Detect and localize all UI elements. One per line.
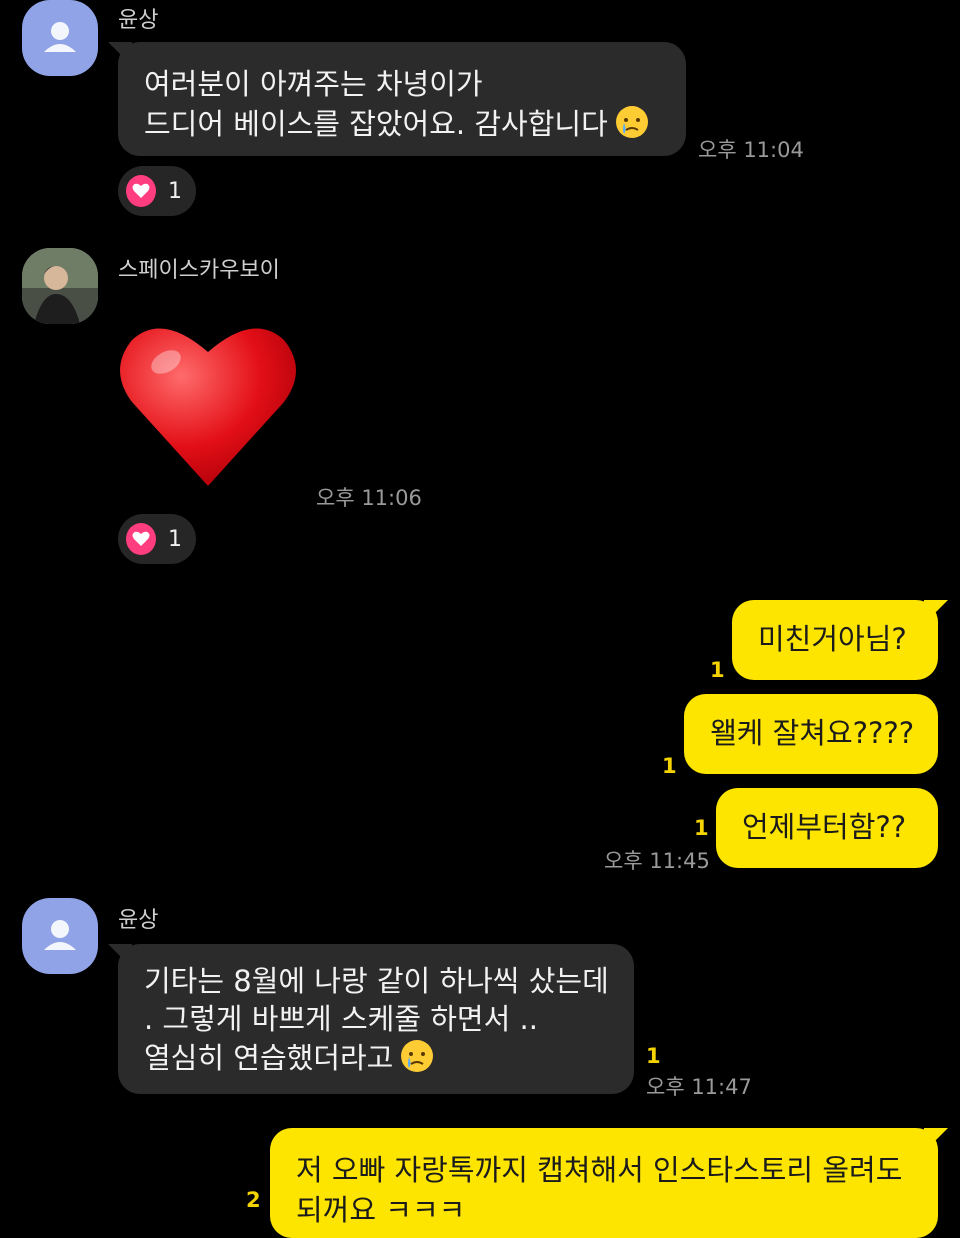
heart-icon: [126, 523, 156, 555]
message-line: 여러분이 아껴주는 차녕이가: [144, 67, 483, 101]
reaction-count: 1: [168, 178, 182, 204]
sender-name: 윤상: [118, 8, 159, 33]
red-heart-emoji[interactable]: [118, 318, 298, 492]
timestamp: 오후 11:47: [646, 1075, 752, 1099]
sender-name: 윤상: [118, 908, 159, 933]
unread-count: 1: [694, 816, 709, 840]
timestamp: 오후 11:45: [604, 849, 710, 873]
unread-count: 1: [646, 1044, 661, 1068]
message-line: 저 오빠 자랑톡까지 캡쳐해서 인스타스토리 올려도: [296, 1153, 903, 1187]
message-line: 열심히 연습했더라고: [144, 1041, 394, 1075]
message-line: 기타는 8월에 나랑 같이 하나씩 샀는데: [144, 964, 609, 998]
outgoing-message-bubble[interactable]: 언제부터함??: [716, 788, 938, 868]
outgoing-message-bubble[interactable]: 미친거아님?: [732, 600, 938, 680]
reaction-badge[interactable]: 1: [118, 514, 196, 564]
message-bubble[interactable]: 기타는 8월에 나랑 같이 하나씩 샀는데 . 그렇게 바쁘게 스케줄 하면서 …: [118, 944, 634, 1094]
timestamp: 오후 11:06: [316, 486, 422, 510]
avatar-photo[interactable]: [22, 248, 98, 324]
crying-face-emoji: [399, 1038, 435, 1083]
unread-count: 1: [662, 754, 677, 778]
heart-icon: [126, 175, 156, 207]
profile-photo-icon: [22, 248, 98, 324]
timestamp: 오후 11:04: [698, 138, 804, 162]
unread-count: 1: [710, 658, 725, 682]
person-icon: [44, 22, 76, 52]
message-text: 미친거아님?: [758, 622, 907, 656]
message-text: 왤케 잘쳐요????: [710, 716, 915, 750]
unread-count: 2: [246, 1188, 261, 1212]
reaction-badge[interactable]: 1: [118, 166, 196, 216]
message-text: 언제부터함??: [742, 810, 907, 844]
outgoing-message-bubble[interactable]: 저 오빠 자랑톡까지 캡쳐해서 인스타스토리 올려도 되꺼요 ㅋㅋㅋ: [270, 1128, 938, 1238]
reaction-count: 1: [168, 526, 182, 552]
avatar-default[interactable]: [22, 0, 98, 76]
person-icon: [44, 920, 76, 950]
message-line: 드디어 베이스를 잡았어요. 감사합니다: [144, 107, 608, 141]
crying-face-emoji: [614, 104, 650, 150]
sender-name: 스페이스카우보이: [118, 258, 280, 283]
outgoing-message-bubble[interactable]: 왤케 잘쳐요????: [684, 694, 938, 774]
avatar-default[interactable]: [22, 898, 98, 974]
message-bubble[interactable]: 여러분이 아껴주는 차녕이가 드디어 베이스를 잡았어요. 감사합니다: [118, 42, 686, 156]
message-line: . 그렇게 바쁘게 스케줄 하면서 ..: [144, 1002, 538, 1036]
message-line: 되꺼요 ㅋㅋㅋ: [296, 1193, 466, 1227]
